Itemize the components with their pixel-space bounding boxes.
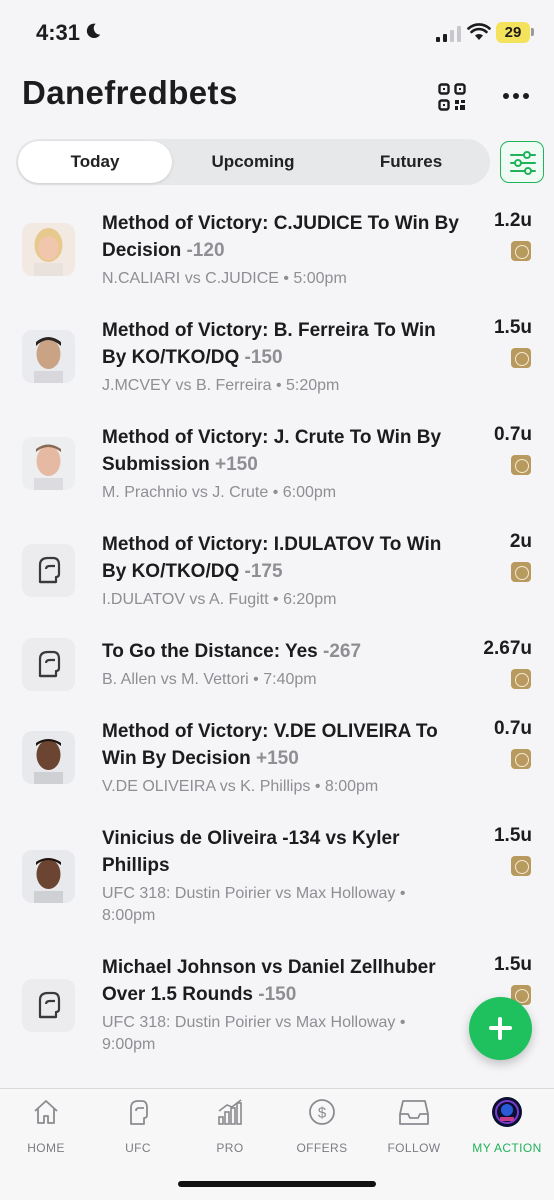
bet-subtitle: B. Allen vs M. Vettori • 7:40pm	[102, 671, 317, 688]
moon-icon	[86, 23, 101, 39]
nav-pro[interactable]: PRO	[184, 1097, 276, 1157]
bet-odds: +150	[255, 748, 299, 769]
status-time: 4:31	[36, 20, 81, 45]
bet-subtitle: M. Prachnio vs J. Crute • 6:00pm	[102, 484, 337, 501]
home-indicator	[178, 1181, 376, 1187]
home-icon	[34, 1100, 58, 1124]
bar-chart-icon	[218, 1099, 242, 1125]
boxing-glove-icon	[22, 544, 75, 597]
boxing-glove-icon	[130, 1100, 148, 1125]
sportsbook-icon	[511, 669, 531, 689]
boxing-glove-icon	[22, 638, 75, 691]
bet-title: Method of Victory: J. Crute To Win By Su…	[102, 427, 442, 475]
bet-subtitle: V.DE OLIVEIRA vs K. Phillips • 8:00pm	[102, 778, 379, 795]
bet-title: Method of Victory: I.DULATOV To Win By K…	[102, 534, 442, 582]
date-tabs: Today Upcoming Futures	[16, 139, 490, 185]
bet-title: Method of Victory: C.JUDICE To Win By De…	[102, 213, 459, 261]
boxing-glove-icon	[22, 979, 75, 1032]
bet-odds: -267	[323, 641, 362, 662]
bet-units: 1.5u	[493, 954, 532, 975]
fighter-photo	[22, 850, 75, 903]
bet-units: 2.67u	[483, 638, 532, 659]
bet-units: 2u	[509, 531, 532, 552]
fighter-photo	[22, 437, 75, 490]
bet-row[interactable]: Method of Victory: C.JUDICE To Win By De…	[0, 210, 554, 305]
bet-odds: -150	[244, 347, 283, 368]
sliders-icon	[510, 151, 536, 175]
bet-odds: +150	[214, 454, 258, 475]
qr-code-icon[interactable]	[438, 83, 466, 111]
bet-units: 1.5u	[493, 317, 532, 338]
nav-follow[interactable]: FOLLOW	[368, 1097, 460, 1157]
sportsbook-icon	[511, 749, 531, 769]
bet-odds: -150	[258, 984, 297, 1005]
bet-units: 0.7u	[493, 424, 532, 445]
bet-units: 1.2u	[493, 210, 532, 231]
bet-row[interactable]: Method of Victory: B. Ferreira To Win By…	[0, 317, 554, 412]
bet-odds: -175	[244, 561, 283, 582]
bet-units: 1.5u	[493, 825, 532, 846]
nav-label: UFC	[125, 1141, 151, 1155]
sportsbook-icon	[511, 455, 531, 475]
bet-subtitle: I.DULATOV vs A. Fugitt • 6:20pm	[102, 591, 337, 608]
fighter-photo	[22, 330, 75, 383]
bet-row[interactable]: Vinicius de Oliveira -134 vs Kyler Phill…	[0, 825, 554, 930]
nav-ufc[interactable]: UFC	[92, 1097, 184, 1157]
wifi-icon	[467, 23, 491, 40]
battery-indicator: 29	[496, 22, 530, 43]
bet-title: Michael Johnson vs Daniel Zellhuber Over…	[102, 957, 436, 1005]
bet-row[interactable]: Method of Victory: J. Crute To Win By Su…	[0, 424, 554, 519]
bet-title: Vinicius de Oliveira -134 vs Kyler Phill…	[102, 828, 400, 876]
sportsbook-icon	[511, 348, 531, 368]
bet-subtitle: J.MCVEY vs B. Ferreira • 5:20pm	[102, 377, 340, 394]
bet-title: Method of Victory: B. Ferreira To Win By…	[102, 320, 436, 368]
nav-home[interactable]: HOME	[0, 1097, 92, 1157]
bet-subtitle: UFC 318: Dustin Poirier vs Max Holloway …	[102, 1014, 406, 1053]
svg-text:$: $	[318, 1105, 327, 1122]
page-title: Danefredbets	[22, 74, 238, 111]
nav-my-action[interactable]: MY ACTION	[461, 1097, 553, 1157]
tab-today[interactable]: Today	[18, 141, 172, 183]
bet-title: Method of Victory: V.DE OLIVEIRA To Win …	[102, 721, 438, 769]
bet-title: To Go the Distance: Yes -267	[102, 641, 362, 662]
bet-row[interactable]: To Go the Distance: Yes -267 B. Allen vs…	[0, 638, 554, 706]
bet-row[interactable]: Method of Victory: I.DULATOV To Win By K…	[0, 531, 554, 626]
fighter-photo	[22, 223, 75, 276]
nav-label: PRO	[216, 1141, 244, 1155]
bet-row[interactable]: Method of Victory: V.DE OLIVEIRA To Win …	[0, 718, 554, 813]
inbox-icon	[399, 1100, 429, 1125]
bet-odds: -120	[186, 240, 225, 261]
sportsbook-icon	[511, 856, 531, 876]
tab-upcoming[interactable]: Upcoming	[176, 141, 330, 183]
filter-button[interactable]	[500, 141, 544, 183]
profile-avatar-icon	[492, 1097, 522, 1127]
bet-units: 0.7u	[493, 718, 532, 739]
add-bet-button[interactable]	[469, 997, 532, 1060]
battery-cap	[531, 28, 534, 36]
nav-label: OFFERS	[296, 1141, 348, 1155]
sportsbook-icon	[511, 562, 531, 582]
bet-subtitle: N.CALIARI vs C.JUDICE • 5:00pm	[102, 270, 347, 287]
nav-offers[interactable]: $ OFFERS	[276, 1097, 368, 1157]
bet-row[interactable]: Michael Johnson vs Daniel Zellhuber Over…	[0, 954, 554, 1059]
nav-label: FOLLOW	[387, 1141, 441, 1155]
dollar-icon: $	[309, 1099, 335, 1125]
signal-icon	[436, 26, 461, 42]
fighter-photo	[22, 731, 75, 784]
bet-subtitle: UFC 318: Dustin Poirier vs Max Holloway …	[102, 885, 406, 924]
tab-futures[interactable]: Futures	[334, 141, 488, 183]
more-options-icon[interactable]	[503, 93, 529, 101]
nav-label: MY ACTION	[472, 1141, 542, 1155]
nav-label: HOME	[27, 1141, 65, 1155]
sportsbook-icon	[511, 241, 531, 261]
status-bar: 4:31 29	[0, 0, 554, 66]
